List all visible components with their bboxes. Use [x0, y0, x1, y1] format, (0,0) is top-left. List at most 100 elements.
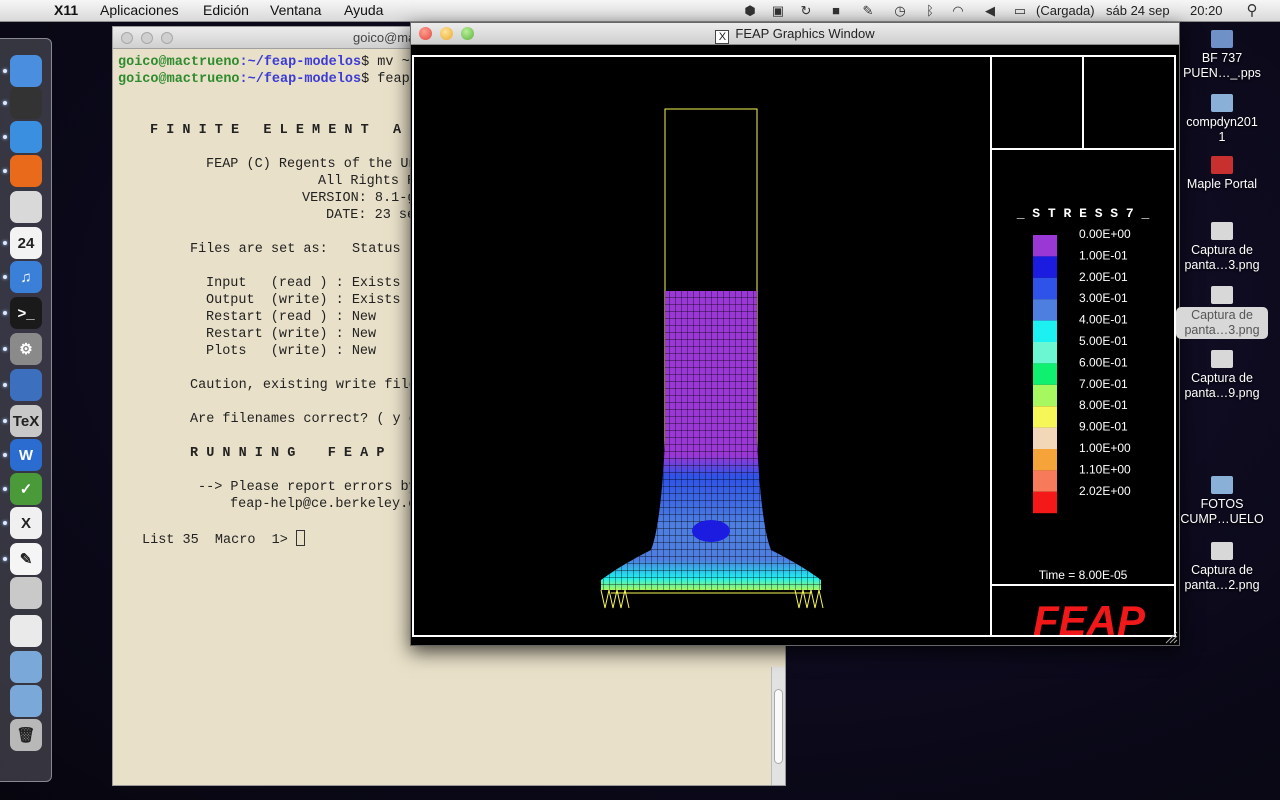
stress-region	[692, 520, 730, 542]
image-icon	[1211, 222, 1233, 240]
menu-ayuda[interactable]: Ayuda	[344, 2, 383, 18]
terminal-zoom-button[interactable]	[161, 32, 173, 44]
calendar-icon[interactable]: 24	[10, 227, 42, 259]
desktop-item-label: FOTOS CUMP…UELO	[1180, 497, 1264, 526]
network-status-icon[interactable]: ⬢	[742, 3, 758, 19]
feap-minimize-button[interactable]	[440, 27, 453, 40]
desktop-item[interactable]: Maple Portal	[1176, 156, 1268, 192]
terminal-close-button[interactable]	[121, 32, 133, 44]
feap-plot-canvas[interactable]: _ S T R E S S 7 _ 0.00E+00 1.00E-01 2.00E-…	[411, 45, 1179, 645]
desktop-item-label: compdyn201 1	[1186, 115, 1258, 144]
desktop-item[interactable]: FOTOS CUMP…UELO	[1176, 476, 1268, 527]
menu-bar: X11 Aplicaciones Edición Ventana Ayuda ⬢…	[0, 0, 1280, 22]
menu-ventana[interactable]: Ventana	[270, 2, 321, 18]
feap-zoom-button[interactable]	[461, 27, 474, 40]
latex-icon[interactable]: TeX	[10, 405, 42, 437]
dashboard-icon[interactable]	[10, 87, 42, 119]
terminal-scroll-thumb[interactable]	[774, 689, 783, 764]
system-preferences-icon[interactable]: ⚙	[10, 333, 42, 365]
x11-badge-icon: X	[715, 30, 730, 44]
desktop-item[interactable]: Captura de panta…3.png	[1176, 286, 1268, 339]
preview-icon[interactable]	[10, 577, 42, 609]
resize-grip-icon[interactable]	[1165, 631, 1178, 644]
menu-aplicaciones[interactable]: Aplicaciones	[100, 2, 179, 18]
screen-icon[interactable]: ▣	[770, 3, 786, 19]
report-line-2: feap-help@ce.berkeley.e	[230, 497, 417, 512]
desktop-item-label: Captura de panta…2.png	[1184, 563, 1260, 592]
legend-label: 8.00E-01	[1079, 398, 1128, 412]
rights-line: All Rights R	[318, 174, 416, 189]
legend-swatch	[1033, 470, 1057, 492]
feap-titlebar[interactable]: X FEAP Graphics Window	[411, 23, 1179, 45]
battery-status[interactable]: (Cargada)	[1036, 3, 1095, 18]
legend-swatch	[1033, 235, 1057, 257]
menu-app-x11[interactable]: X11	[54, 2, 78, 18]
folder-icon	[1211, 94, 1233, 112]
itunes-icon[interactable]: ♫	[10, 261, 42, 293]
running-indicator	[3, 347, 7, 351]
time-label: Time = 8.00E-05	[1039, 568, 1128, 582]
time-machine-icon[interactable]: ◷	[892, 3, 908, 19]
terminal-scrollbar[interactable]	[771, 667, 785, 785]
app-status-icon[interactable]: ■	[828, 3, 844, 19]
copyright-line: FEAP (C) Regents of the Un	[206, 157, 417, 172]
running-indicator	[3, 101, 7, 105]
file-status-line: Restart (read ) : New	[206, 310, 377, 325]
chrome-icon[interactable]	[10, 191, 42, 223]
wifi-icon[interactable]: ◠	[950, 3, 966, 19]
battery-icon[interactable]: ▭	[1012, 3, 1028, 19]
menu-date[interactable]: sáb 24 sep	[1106, 3, 1170, 18]
version-line: VERSION: 8.1-g	[302, 191, 416, 206]
finder-icon[interactable]	[10, 55, 42, 87]
firefox-icon[interactable]	[10, 155, 42, 187]
safari-icon[interactable]	[10, 121, 42, 153]
legend-label: 4.00E-01	[1079, 313, 1128, 327]
spotlight-search-icon[interactable]: ⚲	[1244, 3, 1260, 19]
legend-title: _ S T R E S S 7 _	[1016, 206, 1150, 221]
question-line: Are filenames correct? ( y o	[190, 412, 417, 427]
image-icon	[1211, 286, 1233, 304]
legend-swatch	[1033, 449, 1057, 471]
folder-icon	[1211, 476, 1233, 494]
textmate-icon[interactable]: ✓	[10, 473, 42, 505]
terminal-icon[interactable]: >_	[10, 297, 42, 329]
menu-edicion[interactable]: Edición	[203, 2, 249, 18]
caution-line: Caution, existing write file	[190, 378, 417, 393]
trash-icon[interactable]: 🗑	[10, 719, 42, 751]
textedit-icon[interactable]: ✎	[10, 543, 42, 575]
legend-label: 1.00E+00	[1079, 441, 1131, 455]
desktop-item[interactable]: BF 737 PUEN…_.pps	[1176, 30, 1268, 81]
legend-swatch	[1033, 363, 1057, 385]
legend-label: 6.00E-01	[1079, 355, 1128, 369]
document-icon[interactable]	[10, 615, 42, 647]
dock: 24 ♫ >_ ⚙ TeX W ✓ X ✎ 🗑	[0, 38, 52, 782]
boundary-condition-marks	[600, 589, 824, 609]
legend-swatch	[1033, 427, 1057, 449]
prompt-path: :~/feap-modelos	[239, 72, 362, 87]
desktop-item[interactable]: Captura de panta…9.png	[1176, 350, 1268, 401]
terminal-minimize-button[interactable]	[141, 32, 153, 44]
feap-graphics-window[interactable]: X FEAP Graphics Window _ S T R E S S 7 _…	[410, 22, 1180, 646]
file-status-line: Input (read ) : Exists	[206, 276, 401, 291]
running-indicator	[3, 69, 7, 73]
desktop-item[interactable]: Captura de panta…2.png	[1176, 542, 1268, 593]
sound-input-icon[interactable]: ✎	[860, 3, 876, 19]
menu-clock[interactable]: 20:20	[1190, 3, 1223, 18]
desktop-item[interactable]: compdyn201 1	[1176, 94, 1268, 145]
running-indicator	[3, 135, 7, 139]
legend-label: 9.00E-01	[1079, 420, 1128, 434]
desktop-item[interactable]: Captura de panta…3.png	[1176, 222, 1268, 273]
word-icon[interactable]: W	[10, 439, 42, 471]
legend-label: 7.00E-01	[1079, 377, 1128, 391]
feap-close-button[interactable]	[419, 27, 432, 40]
documents-folder-icon[interactable]	[10, 685, 42, 717]
volume-icon[interactable]: ◀	[982, 3, 998, 19]
virtualbox-icon[interactable]	[10, 369, 42, 401]
legend-swatch	[1033, 384, 1057, 407]
x11-icon[interactable]: X	[10, 507, 42, 539]
bluetooth-icon[interactable]: ᛒ	[922, 3, 938, 19]
applications-folder-icon[interactable]	[10, 651, 42, 683]
legend-swatch	[1033, 256, 1057, 278]
sync-icon[interactable]: ↻	[798, 3, 814, 19]
date-line: DATE: 23 se	[326, 208, 416, 223]
